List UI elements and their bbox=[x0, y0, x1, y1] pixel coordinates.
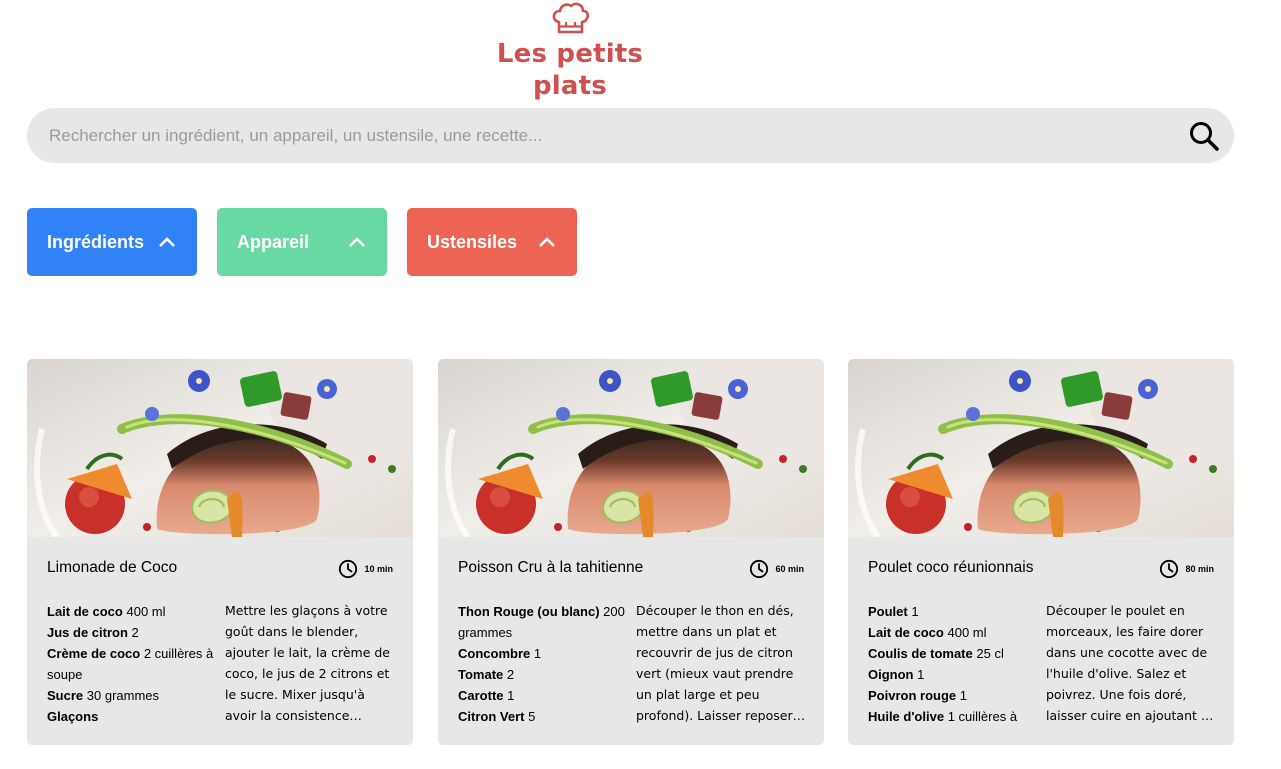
recipe-description: Découper le thon en dés, mettre dans un … bbox=[636, 603, 794, 723]
recipe-title: Poisson Cru à la tahitienne bbox=[458, 559, 644, 576]
search-button[interactable] bbox=[1186, 118, 1222, 154]
recipe-card[interactable]: Limonade de Coco 10 min Lait de coco 400 … bbox=[27, 359, 413, 745]
filter-ustensiles-label: Ustensiles bbox=[427, 231, 518, 252]
site-title: Les petits plats bbox=[496, 39, 644, 101]
ingredient-quantity: 400 ml bbox=[126, 604, 166, 619]
ingredient-quantity: 5 bbox=[528, 709, 536, 724]
ingredient-quantity: 1 bbox=[959, 688, 967, 703]
ingredient-quantity: 1 bbox=[533, 646, 542, 661]
ingredient-name: Glaçons bbox=[47, 709, 99, 724]
chevron-up-icon bbox=[537, 232, 557, 252]
ingredient-name: Thon Rouge (ou blanc) bbox=[458, 604, 600, 619]
ingredient-quantity: 2 bbox=[131, 625, 139, 640]
ingredient-quantity: 1 bbox=[917, 667, 925, 682]
recipe-time-label: 10 min bbox=[364, 564, 393, 574]
chevron-up-icon bbox=[347, 232, 367, 252]
chevron-up-icon bbox=[157, 232, 177, 252]
ingredient-item: Lait de coco 400 ml bbox=[47, 601, 219, 622]
ingredient-name: Citron Vert bbox=[458, 709, 525, 724]
ingredient-quantity: 25 cl bbox=[976, 646, 1004, 661]
clock-icon bbox=[339, 559, 358, 579]
ingredient-item: Lait de coco 400 ml bbox=[868, 622, 1040, 643]
ingredient-name: Lait de coco bbox=[868, 625, 944, 640]
ingredient-item: Sucre 30 grammes bbox=[47, 685, 219, 706]
recipe-description: Mettre les glaçons à votre goût dans le … bbox=[225, 603, 390, 723]
ingredient-name: Crème de coco bbox=[47, 646, 141, 661]
ingredient-name: Jus de citron bbox=[47, 625, 128, 640]
ingredient-list: Lait de coco 400 ml Jus de citron 2 Crème … bbox=[47, 601, 219, 731]
filter-ingredients-button[interactable]: Ingrédients bbox=[27, 208, 197, 276]
ingredient-item: Jus de citron 2 bbox=[47, 622, 219, 643]
ingredient-name: Poulet bbox=[868, 604, 908, 619]
ingredient-quantity: 2 bbox=[506, 667, 515, 682]
ingredient-name: Poivron rouge bbox=[868, 688, 957, 703]
recipe-image bbox=[438, 359, 824, 537]
ingredient-item: Carotte 1 bbox=[458, 685, 630, 706]
recipe-time: 60 min bbox=[749, 559, 804, 579]
ingredient-item: Crème de coco 2 cuillères à soupe bbox=[47, 643, 219, 685]
ingredient-item: Poulet 1 bbox=[868, 601, 1040, 622]
ingredient-name: Concombre bbox=[458, 646, 531, 661]
ingredient-name: Lait de coco bbox=[47, 604, 123, 619]
ingredient-item: Coulis de tomate 25 cl bbox=[868, 643, 1040, 664]
ingredient-name: Oignon bbox=[868, 667, 914, 682]
ingredient-item: Concombre 1 bbox=[458, 643, 630, 664]
ingredient-item: Poivron rouge 1 bbox=[868, 685, 1040, 706]
recipe-title: Limonade de Coco bbox=[47, 559, 178, 576]
recipe-description: Découper le poulet en morceaux, les fair… bbox=[1046, 603, 1213, 723]
clock-icon bbox=[1160, 559, 1179, 579]
ingredient-name: Tomate bbox=[458, 667, 504, 682]
ingredient-list: Poulet 1 Lait de coco 400 ml Coulis de tom… bbox=[868, 601, 1040, 731]
recipe-time-label: 60 min bbox=[775, 564, 804, 574]
recipe-image bbox=[27, 359, 413, 537]
chef-hat-icon bbox=[552, 2, 590, 34]
ingredient-item: Oignon 1 bbox=[868, 664, 1040, 685]
search-input[interactable] bbox=[47, 116, 1171, 156]
ingredient-name: Carotte bbox=[458, 688, 504, 703]
recipe-time: 80 min bbox=[1159, 559, 1214, 579]
ingredient-name: Huile d'olive bbox=[868, 709, 945, 724]
ingredient-item: Thon Rouge (ou blanc) 200 grammes bbox=[458, 601, 630, 643]
recipe-image bbox=[848, 359, 1234, 537]
search-icon bbox=[1190, 122, 1219, 151]
ingredient-quantity: 30 grammes bbox=[86, 688, 160, 703]
ingredient-quantity: 1 bbox=[911, 604, 919, 619]
ingredient-quantity: 400 ml bbox=[947, 625, 987, 640]
recipe-card[interactable]: Poulet coco réunionnais 80 min Poulet 1 La… bbox=[848, 359, 1234, 745]
filter-ingredients-label: Ingrédients bbox=[47, 231, 145, 252]
recipe-time-label: 80 min bbox=[1185, 564, 1214, 574]
recipe-title: Poulet coco réunionnais bbox=[868, 559, 1034, 576]
ingredient-item: Citron Vert 5 bbox=[458, 706, 630, 727]
ingredient-name: Coulis de tomate bbox=[868, 646, 973, 661]
recipe-card[interactable]: Poisson Cru à la tahitienne 60 min Thon R… bbox=[438, 359, 824, 745]
filter-ustensiles-button[interactable]: Ustensiles bbox=[407, 208, 577, 276]
ingredient-quantity: 1 bbox=[507, 688, 515, 703]
filter-appareil-button[interactable]: Appareil bbox=[217, 208, 387, 276]
clock-icon bbox=[750, 559, 769, 579]
recipe-time: 10 min bbox=[338, 559, 393, 579]
ingredient-list: Thon Rouge (ou blanc) 200 grammes Concomb… bbox=[458, 601, 630, 731]
ingredient-item: Huile d'olive 1 cuillères à soupe bbox=[868, 706, 1040, 731]
ingredient-item: Tomate 2 bbox=[458, 664, 630, 685]
ingredient-item: Glaçons bbox=[47, 706, 219, 727]
ingredient-name: Sucre bbox=[47, 688, 84, 703]
site-logo[interactable]: Les petits plats bbox=[470, 2, 670, 102]
search-bar bbox=[27, 108, 1234, 163]
filter-appareil-label: Appareil bbox=[237, 231, 310, 252]
